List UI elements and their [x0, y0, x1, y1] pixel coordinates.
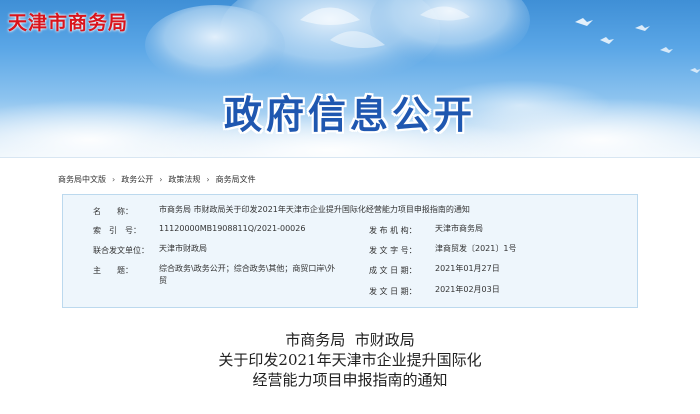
info-subject-value: 综合政务\政务公开；综合政务\其他；商贸口岸\外贸	[159, 264, 336, 285]
info-doc-number-value: 津商贸发〔2021〕1号	[435, 244, 517, 253]
info-issuer-label: 发 布 机 构：	[369, 226, 417, 235]
info-name-label: 名 称：	[93, 207, 133, 216]
breadcrumb-item-policies[interactable]: 政策法规	[168, 174, 200, 185]
info-index-value: 11120000MB1908811Q/2021-00026	[159, 224, 306, 233]
breadcrumb-separator-icon: ›	[206, 174, 210, 184]
info-doc-number-label: 发 文 字 号：	[369, 246, 417, 255]
info-subject-label: 主 题：	[93, 266, 133, 275]
info-published-label: 发 文 日 期：	[369, 287, 417, 296]
article-title-line-3: 经营能力项目申报指南的通知	[252, 371, 448, 389]
info-created-value: 2021年01月27日	[435, 264, 500, 273]
breadcrumb-separator-icon: ›	[112, 174, 116, 184]
info-co-issuer-label: 联合发文单位：	[93, 246, 149, 255]
breadcrumb-item-home[interactable]: 商务局中文版	[58, 174, 106, 185]
breadcrumb-separator-icon: ›	[159, 174, 163, 184]
site-logo-text[interactable]: 天津市商务局	[8, 8, 128, 35]
breadcrumb-item-bureau-docs[interactable]: 商务局文件	[216, 174, 256, 185]
document-info-panel: 名 称： 市商务局 市财政局关于印发2021年天津市企业提升国际化经营能力项目申…	[62, 194, 638, 308]
banner-divider	[0, 157, 700, 158]
breadcrumb: 商务局中文版 › 政务公开 › 政策法规 › 商务局文件	[58, 172, 256, 186]
info-co-issuer-value: 天津市财政局	[159, 244, 207, 253]
banner-title: 政府信息公开	[223, 93, 476, 137]
article-title-line-2: 关于印发2021年天津市企业提升国际化	[218, 351, 482, 369]
info-published-value: 2021年02月03日	[435, 285, 500, 294]
article-title: 市商务局 市财政局 关于印发2021年天津市企业提升国际化 经营能力项目申报指南…	[0, 330, 700, 390]
article-title-line-1: 市商务局 市财政局	[285, 331, 415, 349]
info-issuer-value: 天津市商务局	[435, 224, 483, 233]
header-banner: 天津市商务局 政府信息公开	[0, 0, 700, 158]
info-index-label: 索 引 号：	[93, 226, 141, 235]
info-created-label: 成 文 日 期：	[369, 266, 417, 275]
info-name-value: 市商务局 市财政局关于印发2021年天津市企业提升国际化经营能力项目申报指南的通…	[159, 205, 470, 214]
breadcrumb-item-gov-affairs[interactable]: 政务公开	[121, 174, 153, 185]
